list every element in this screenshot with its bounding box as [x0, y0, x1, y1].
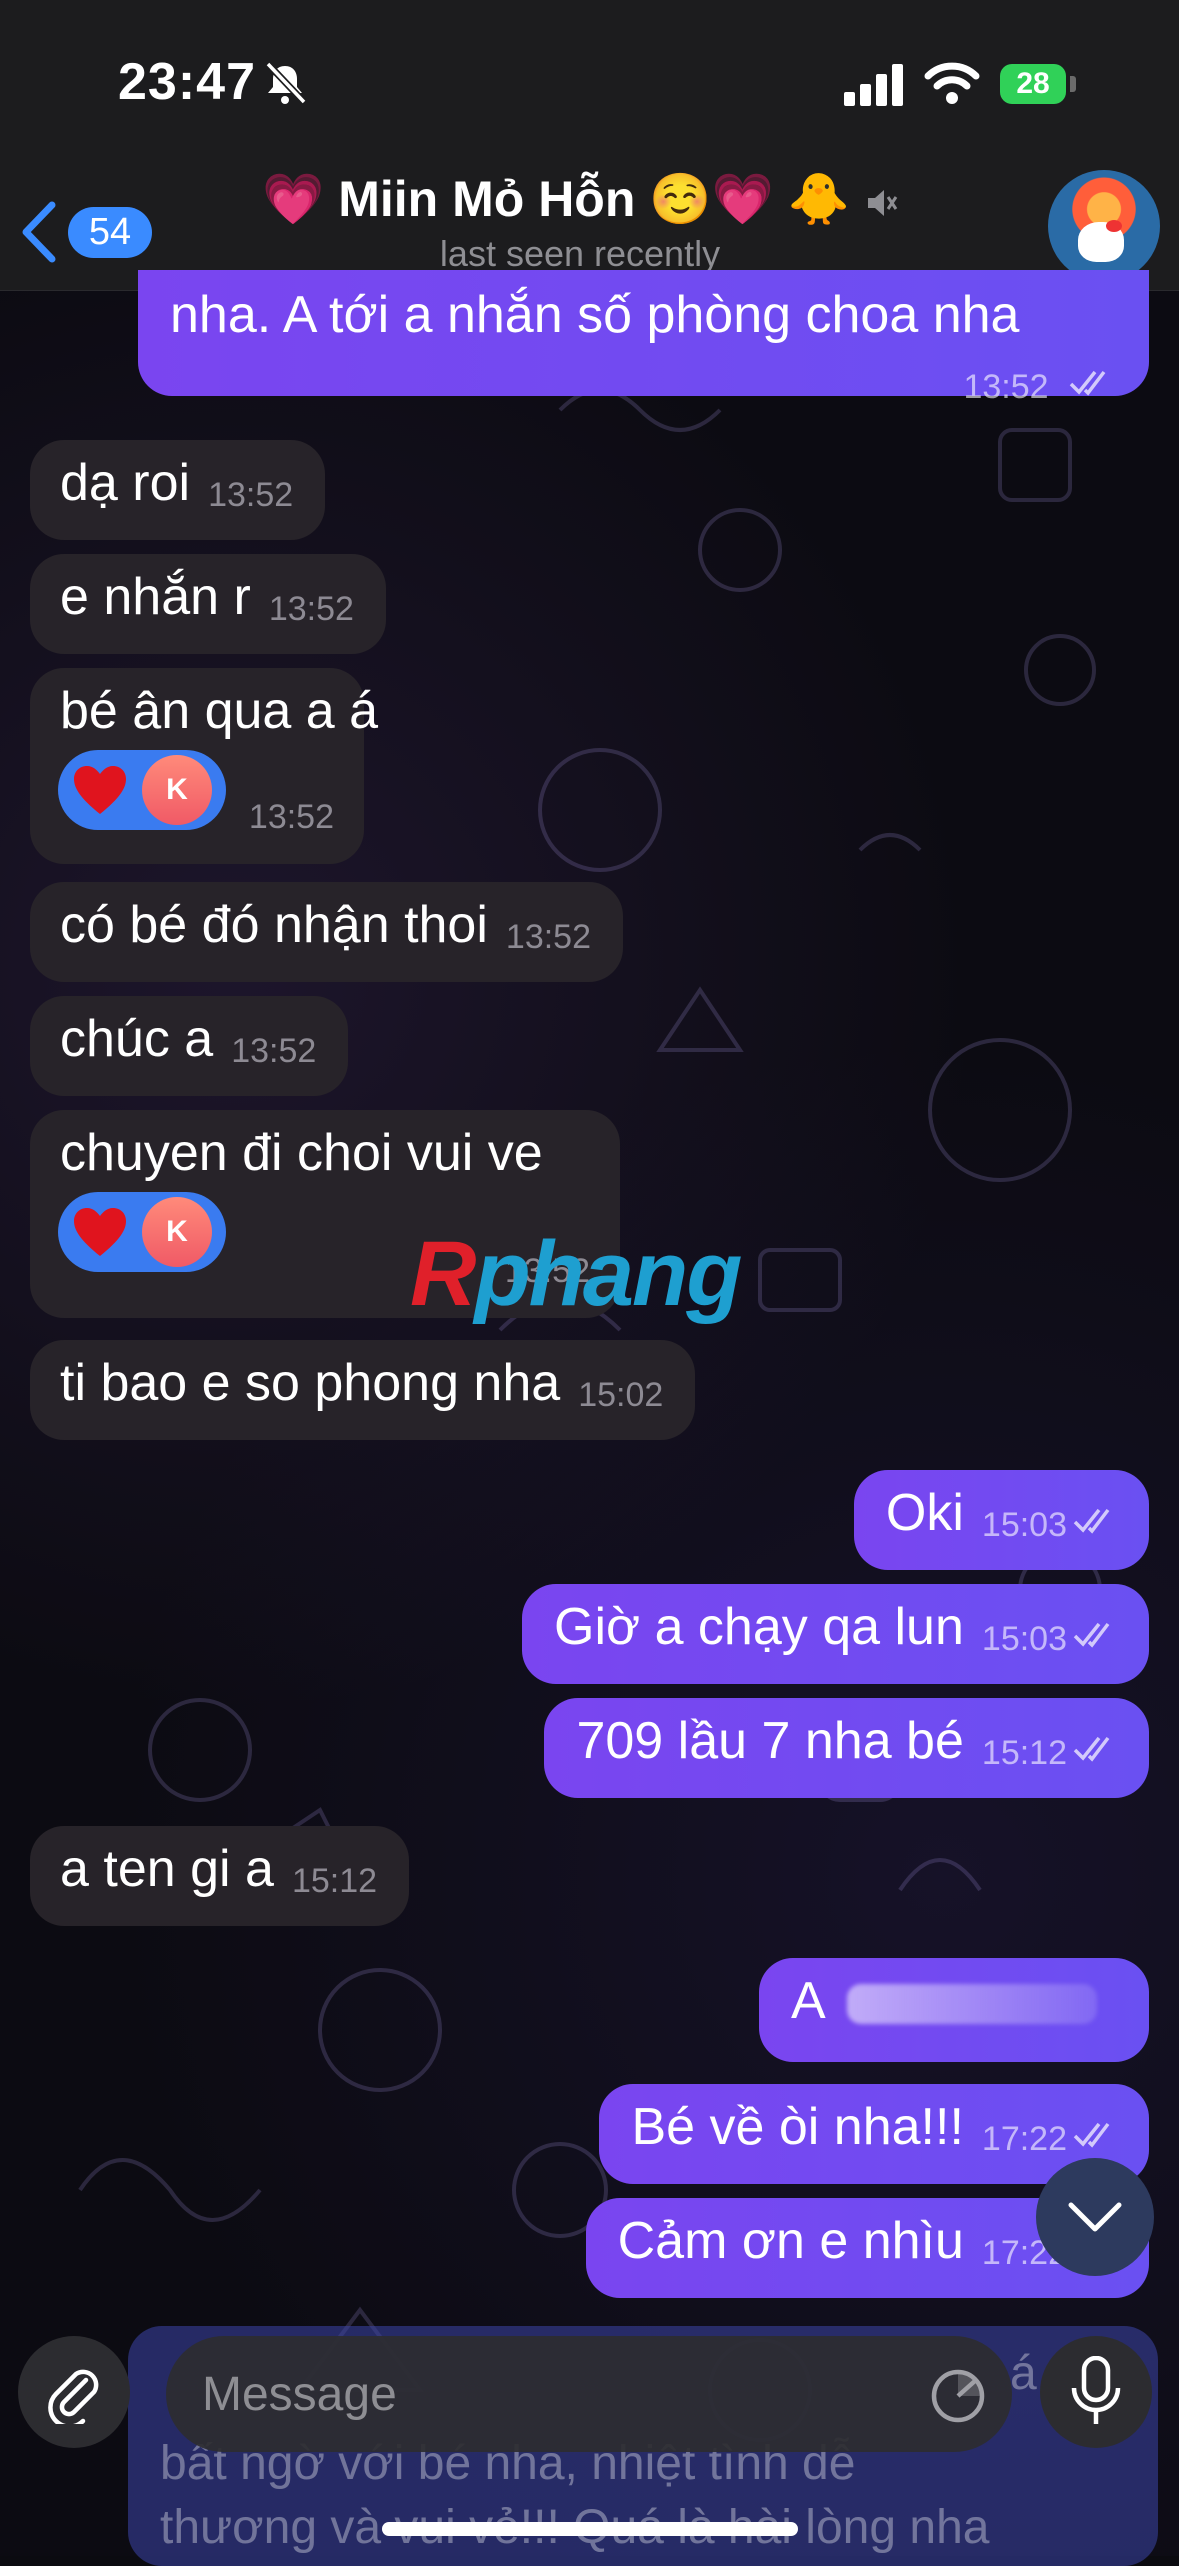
watermark-logo: Rphang [410, 1223, 742, 1325]
message-text: Bé về òi nha!!! [631, 2098, 964, 2156]
message-bubble-in[interactable]: bé ân qua a á K 13:52 [30, 668, 379, 864]
bell-slash-icon [265, 61, 307, 105]
message-time: 13:52 [505, 918, 592, 956]
message-bubble-in[interactable]: a ten gi a 15:12 [30, 1826, 410, 1926]
message-time: 15:03 [981, 1620, 1067, 1658]
message-text: e nhắn r [60, 568, 251, 626]
message-text: Giờ a chạy qa lun [554, 1598, 964, 1656]
message-time: 13:52 [268, 590, 354, 628]
blurred-text [847, 1984, 1098, 2025]
message-time: 13:52 [248, 798, 334, 836]
message-time: 15:02 [578, 1376, 664, 1414]
status-time: 23:47 [118, 53, 256, 111]
message-bubble-in[interactable]: chúc a 13:52 [30, 996, 349, 1096]
title-emoji-left: 💗 [262, 170, 325, 228]
message-bubble-in[interactable]: có bé đó nhận thoi 13:52 [30, 882, 624, 982]
chevron-down-icon [1068, 2202, 1122, 2232]
battery-indicator: 28 [1000, 64, 1066, 104]
message-text: chuyen đi choi vui ve [60, 1124, 543, 1182]
sticker-icon[interactable] [928, 2366, 988, 2426]
last-seen-status: last seen recently [439, 233, 721, 274]
muted-speaker-icon [867, 190, 898, 216]
scroll-to-bottom-button[interactable] [1036, 2158, 1154, 2276]
heart-icon [74, 1208, 126, 1256]
battery-tip [1070, 76, 1076, 92]
message-text: dạ roi [60, 454, 191, 512]
message-time: 15:12 [981, 1734, 1067, 1772]
signal-icon [844, 64, 903, 106]
message-bubble-out[interactable]: nha. A tới a nhắn số phòng choa nha 13:5… [138, 270, 1149, 406]
reactor-avatar: K [142, 1197, 212, 1267]
message-bubble-in[interactable]: ti bao e so phong nha 15:02 [30, 1340, 696, 1440]
message-bubble-out[interactable]: Oki 15:03 [853, 1470, 1149, 1570]
chat-title-block[interactable]: 💗 Miin Mỏ Hỗn ☺️💗 🐥 last seen recently [200, 170, 960, 275]
attach-button[interactable] [18, 2336, 130, 2448]
double-check-icon [1073, 1508, 1110, 1534]
message-text: có bé đó nhận thoi [60, 896, 488, 954]
message-text: Cảm ơn e nhìu [617, 2212, 964, 2270]
message-text: Oki [885, 1484, 964, 1542]
double-check-icon [1073, 2122, 1110, 2148]
title-emoji-extra: 🐥 [787, 170, 850, 228]
message-text: A [791, 1972, 823, 2030]
double-check-icon [1073, 1622, 1110, 1648]
message-time: 17:22 [981, 2120, 1067, 2158]
status-bar: 23:47 28 [0, 0, 1179, 160]
message-bubble-out[interactable]: 709 lầu 7 nha bé 15:12 [544, 1698, 1149, 1798]
reactor-avatar: K [142, 755, 212, 825]
double-check-icon [1069, 370, 1106, 396]
chat-title: 💗 Miin Mỏ Hỗn ☺️💗 🐥 [200, 170, 960, 229]
message-field[interactable] [166, 2336, 1012, 2452]
reaction-pill[interactable]: K [58, 750, 226, 830]
avatar-bow [1106, 220, 1122, 232]
double-check-icon [1073, 1736, 1110, 1762]
back-button[interactable]: 54 [18, 196, 158, 268]
contact-name: Miin Mỏ Hỗn [338, 171, 636, 227]
message-time: 13:52 [963, 368, 1049, 406]
message-time: 13:52 [208, 476, 294, 514]
message-bubble-out[interactable]: Giờ a chạy qa lun 15:03 [522, 1584, 1149, 1684]
message-input[interactable] [200, 2365, 864, 2423]
message-text: chúc a [60, 1010, 214, 1068]
message-time: 15:03 [981, 1506, 1067, 1544]
avatar[interactable] [1048, 170, 1160, 282]
message-text: 709 lầu 7 nha bé [576, 1712, 964, 1770]
message-text: nha. A tới a nhắn số phòng choa nha [170, 286, 1020, 344]
chevron-left-icon [22, 201, 56, 263]
wifi-icon [924, 62, 980, 104]
message-bubble-in[interactable]: dạ roi 13:52 [30, 440, 326, 540]
message-input-bar [0, 2300, 1179, 2556]
message-bubble-out[interactable]: A [759, 1958, 1149, 2062]
heart-icon [74, 766, 126, 814]
unread-count-badge: 54 [68, 206, 152, 258]
reaction-pill[interactable]: K [58, 1192, 226, 1272]
message-time: 13:52 [231, 1032, 317, 1070]
message-text: bé ân qua a á [60, 682, 379, 740]
title-emoji-right: ☺️💗 [649, 170, 774, 228]
message-text: a ten gi a [60, 1840, 274, 1898]
microphone-icon [1071, 2356, 1121, 2424]
paperclip-icon [48, 2369, 99, 2424]
message-bubble-in[interactable]: e nhắn r 13:52 [30, 554, 386, 654]
message-text: ti bao e so phong nha [60, 1354, 561, 1412]
message-time: 15:12 [291, 1862, 378, 1900]
microphone-button[interactable] [1040, 2336, 1152, 2448]
home-indicator [382, 2522, 798, 2536]
